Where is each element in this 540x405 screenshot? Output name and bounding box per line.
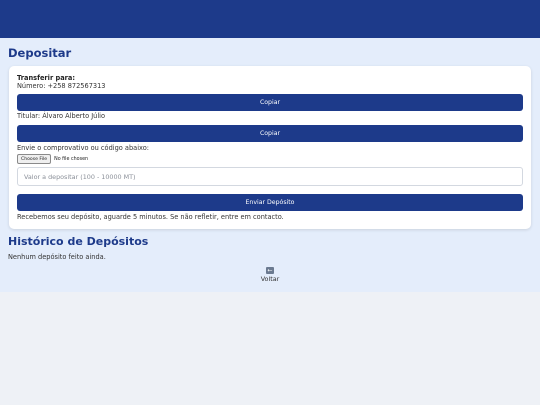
history-empty-text: Nenhum depósito feito ainda. [8,253,106,261]
copy-number-button[interactable]: Copiar [17,94,523,111]
amount-input[interactable] [17,167,523,186]
back-label: Voltar [260,275,280,283]
transfer-label: Transferir para: [17,74,76,82]
file-upload: Choose File No file chosen [17,154,89,164]
deposit-card: Transferir para: Número: +258 872567313 … [9,66,531,229]
back-link[interactable]: ← Voltar [250,267,290,283]
copy-holder-button[interactable]: Copiar [17,125,523,142]
proof-label: Envie o comprovativo ou código abaixo: [17,144,149,152]
choose-file-button[interactable]: Choose File [17,154,52,164]
top-header-bar [0,0,540,38]
account-holder: Titular: Álvaro Alberto Júlio [17,112,106,120]
deposit-page: Depositar Transferir para: Número: +258 … [0,38,540,292]
file-status: No file chosen [54,156,89,162]
page-title: Depositar [8,46,72,60]
history-title: Histórico de Depósitos [8,235,149,248]
account-number: Número: +258 872567313 [17,82,106,90]
back-arrow-icon: ← [266,267,274,274]
submit-deposit-button[interactable]: Enviar Depósito [17,194,523,211]
deposit-notice: Recebemos seu depósito, aguarde 5 minuto… [17,213,284,221]
